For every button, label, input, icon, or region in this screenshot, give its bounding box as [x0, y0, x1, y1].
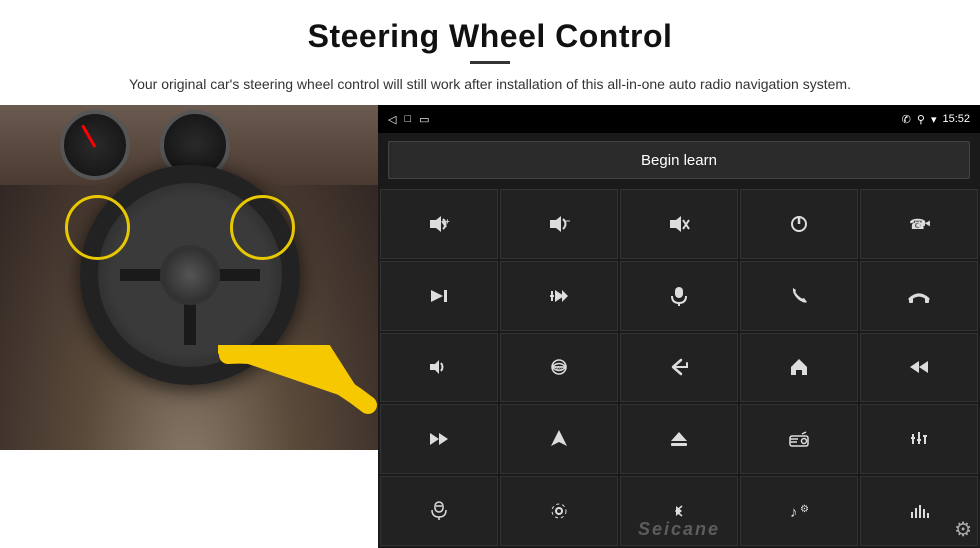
btn-circle-left: [65, 195, 130, 260]
header-section: Steering Wheel Control Your original car…: [0, 0, 980, 105]
power-button[interactable]: [740, 189, 858, 259]
mute-button[interactable]: [620, 189, 738, 259]
yellow-arrow-svg: [218, 345, 378, 435]
status-bar: ◁ □ ▭ ✆ ⚲ ▾ 15:52: [378, 105, 980, 133]
camera-360-button[interactable]: 360°: [500, 333, 618, 403]
arrow-container: [218, 345, 378, 440]
equalizer-button[interactable]: [860, 404, 978, 474]
back-nav-icon[interactable]: ◁: [388, 113, 396, 126]
navigate-button[interactable]: [500, 404, 618, 474]
title-divider: [470, 61, 510, 64]
svg-text:360°: 360°: [554, 366, 564, 372]
eject-button[interactable]: [620, 404, 738, 474]
wheel-center: [160, 245, 220, 305]
begin-learn-row: Begin learn: [378, 133, 980, 187]
wifi-icon: ▾: [931, 113, 937, 126]
status-bar-left: ◁ □ ▭: [388, 113, 430, 126]
radio-button[interactable]: [740, 404, 858, 474]
svg-text:⚙: ⚙: [800, 504, 809, 515]
music-button[interactable]: ♪⚙: [740, 476, 858, 546]
location-icon: ⚲: [917, 113, 925, 126]
settings-gear-icon[interactable]: ⚙: [954, 517, 972, 542]
subtitle: Your original car's steering wheel contr…: [115, 74, 865, 95]
svg-text:♪: ♪: [790, 504, 798, 521]
home-nav-button[interactable]: [740, 333, 858, 403]
phone-icon: ✆: [902, 113, 911, 126]
svg-text:+: +: [445, 217, 450, 226]
control-grid: + − ☎⏮: [378, 187, 980, 548]
android-screen: ◁ □ ▭ ✆ ⚲ ▾ 15:52 Begin learn +: [378, 105, 980, 548]
microphone-button[interactable]: [620, 261, 738, 331]
prev-track-button[interactable]: ☎⏮: [860, 189, 978, 259]
page-title: Steering Wheel Control: [60, 18, 920, 55]
hang-up-button[interactable]: [860, 261, 978, 331]
gauge-left: [60, 110, 130, 180]
svg-text:−: −: [565, 216, 570, 226]
bluetooth-button[interactable]: [620, 476, 738, 546]
status-bar-right: ✆ ⚲ ▾ 15:52: [902, 113, 970, 126]
vol-up-button[interactable]: +: [380, 189, 498, 259]
begin-learn-button[interactable]: Begin learn: [388, 141, 970, 179]
ff-skip-button[interactable]: [500, 261, 618, 331]
vol-down-button[interactable]: −: [500, 189, 618, 259]
svg-text:⏮: ⏮: [918, 216, 930, 232]
home-nav-icon[interactable]: □: [404, 113, 411, 125]
btn-circle-right: [230, 195, 295, 260]
fast-forward-button[interactable]: [380, 404, 498, 474]
page-container: Steering Wheel Control Your original car…: [0, 0, 980, 548]
clock: 15:52: [942, 113, 970, 125]
recent-apps-icon[interactable]: ▭: [419, 113, 429, 126]
horn-speaker-button[interactable]: [380, 333, 498, 403]
steering-wheel-image: [0, 105, 378, 450]
mic-alt-button[interactable]: [380, 476, 498, 546]
phone-answer-button[interactable]: [740, 261, 858, 331]
rewind-button[interactable]: [860, 333, 978, 403]
settings-alt-button[interactable]: [500, 476, 618, 546]
content-area: ◁ □ ▭ ✆ ⚲ ▾ 15:52 Begin learn +: [0, 105, 980, 548]
back-nav-button[interactable]: [620, 333, 738, 403]
next-track-button[interactable]: [380, 261, 498, 331]
